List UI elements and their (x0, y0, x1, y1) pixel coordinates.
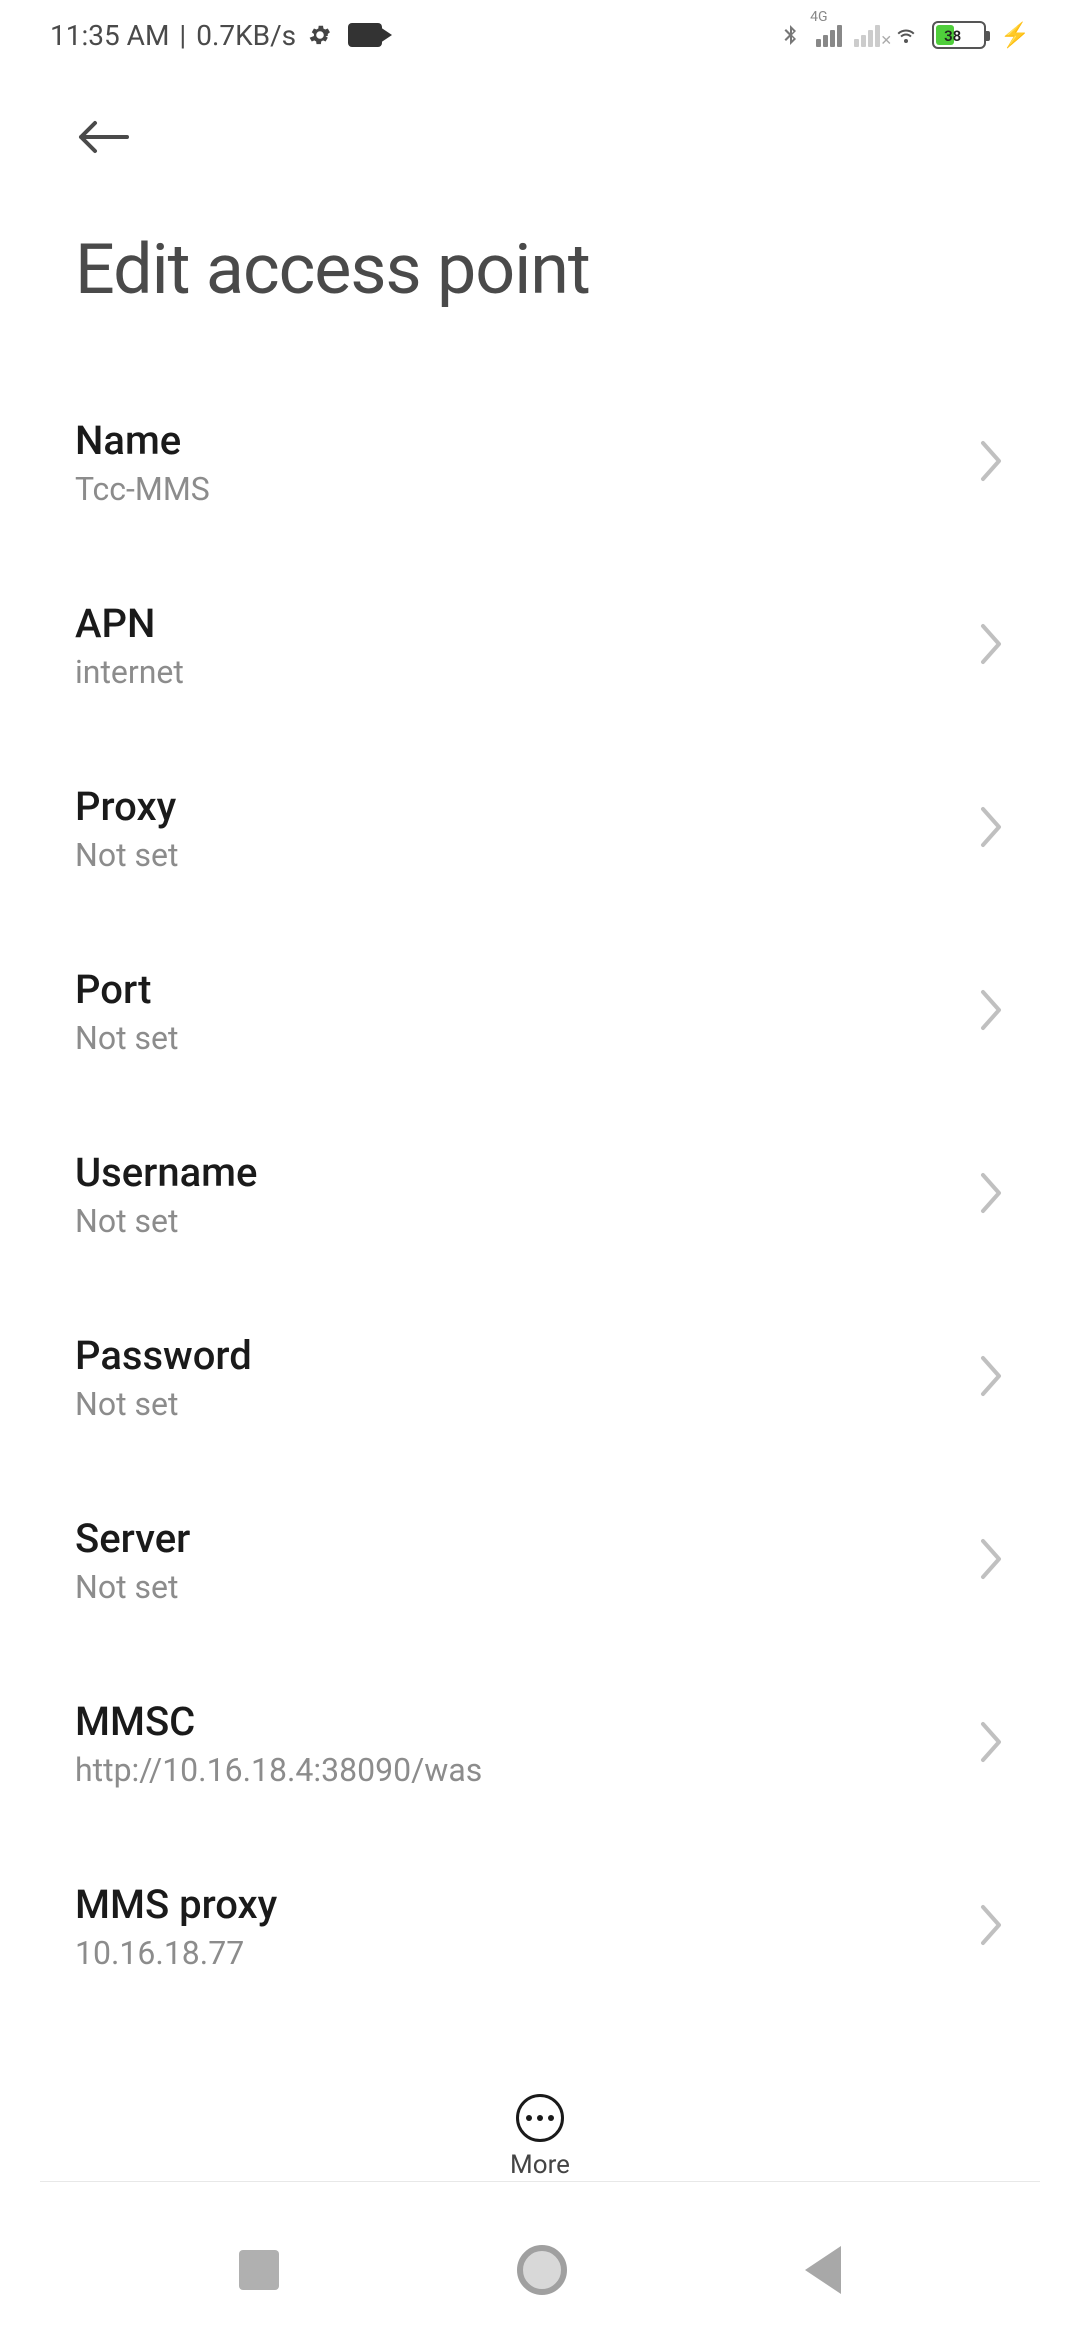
page-title: Edit access point (0, 189, 1080, 371)
item-label: Password (75, 1332, 252, 1379)
list-item-mms-proxy[interactable]: MMS proxy 10.16.18.77 (75, 1835, 1005, 2018)
charging-icon: ⚡ (1000, 21, 1030, 49)
item-label: Server (75, 1515, 190, 1562)
item-value: Not set (75, 1202, 257, 1240)
chevron-right-icon (977, 1720, 1005, 1768)
divider (40, 2181, 1040, 2182)
list-item-port[interactable]: Port Not set (75, 920, 1005, 1103)
chevron-right-icon (977, 439, 1005, 487)
item-label: Port (75, 966, 178, 1013)
nav-home-button[interactable] (517, 2245, 567, 2295)
bluetooth-icon (776, 21, 804, 49)
chevron-right-icon (977, 622, 1005, 670)
item-value: Not set (75, 1019, 178, 1057)
chevron-right-icon (977, 1171, 1005, 1219)
item-label: Name (75, 417, 210, 464)
chevron-right-icon (977, 805, 1005, 853)
item-label: Proxy (75, 783, 178, 830)
status-data-rate: 0.7KB/s (196, 19, 296, 52)
item-label: MMSC (75, 1698, 482, 1745)
status-separator: | (179, 19, 186, 52)
item-label: MMS proxy (75, 1881, 277, 1928)
signal-icon-sim2: ✕ (854, 23, 880, 47)
list-item-apn[interactable]: APN internet (75, 554, 1005, 737)
item-value: 10.16.18.77 (75, 1934, 277, 1972)
status-bar-left: 11:35 AM | 0.7KB/s (50, 19, 382, 52)
battery-icon: 38 (932, 21, 986, 49)
list-item-username[interactable]: Username Not set (75, 1103, 1005, 1286)
list-item-proxy[interactable]: Proxy Not set (75, 737, 1005, 920)
battery-percent: 38 (944, 27, 961, 45)
list-item-server[interactable]: Server Not set (75, 1469, 1005, 1652)
signal-icon-sim1: 4G (816, 23, 842, 47)
list-item-mmsc[interactable]: MMSC http://10.16.18.4:38090/was (75, 1652, 1005, 1835)
header (0, 70, 1080, 189)
navigation-bar (0, 2200, 1080, 2340)
item-value: Not set (75, 1385, 252, 1423)
item-value: internet (75, 653, 184, 691)
item-value: Not set (75, 836, 178, 874)
chevron-right-icon (977, 988, 1005, 1036)
more-label: More (510, 2150, 570, 2180)
camera-icon (348, 23, 382, 47)
more-button[interactable]: More (0, 2074, 1080, 2180)
status-time: 11:35 AM (50, 19, 169, 52)
wifi-icon (892, 21, 920, 49)
chevron-right-icon (977, 1537, 1005, 1585)
item-label: APN (75, 600, 184, 647)
item-value: Tcc-MMS (75, 470, 210, 508)
list-item-password[interactable]: Password Not set (75, 1286, 1005, 1469)
item-value: Not set (75, 1568, 190, 1606)
gear-icon (306, 21, 334, 49)
status-bar-right: 4G ✕ 38 ⚡ (776, 21, 1030, 49)
signal-disabled-icon: ✕ (880, 33, 892, 49)
settings-list: Name Tcc-MMS APN internet Proxy Not set … (0, 371, 1080, 2111)
item-value: http://10.16.18.4:38090/was (75, 1751, 482, 1789)
item-label: Username (75, 1149, 257, 1196)
list-item-name[interactable]: Name Tcc-MMS (75, 371, 1005, 554)
nav-back-button[interactable] (805, 2246, 841, 2294)
chevron-right-icon (977, 1354, 1005, 1402)
more-icon (516, 2094, 564, 2142)
signal-4g-label: 4G (810, 9, 827, 25)
back-button[interactable] (75, 105, 139, 169)
status-bar: 11:35 AM | 0.7KB/s 4G ✕ 38 ⚡ (0, 0, 1080, 70)
nav-recents-button[interactable] (239, 2250, 279, 2290)
chevron-right-icon (977, 1903, 1005, 1951)
